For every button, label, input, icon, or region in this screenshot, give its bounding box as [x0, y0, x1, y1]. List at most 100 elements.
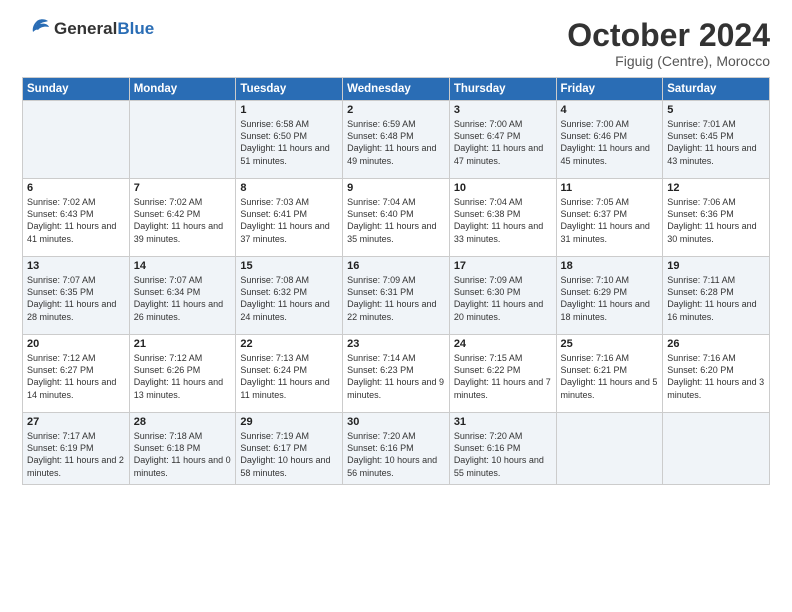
table-row: 15 Sunrise: 7:08 AMSunset: 6:32 PMDayligh…: [236, 257, 343, 335]
table-row: 25 Sunrise: 7:16 AMSunset: 6:21 PMDayligh…: [556, 335, 663, 413]
day-number: 15: [240, 260, 338, 272]
day-number: 2: [347, 104, 445, 116]
day-number: 10: [454, 182, 552, 194]
table-row: 14 Sunrise: 7:07 AMSunset: 6:34 PMDayligh…: [129, 257, 236, 335]
month-title: October 2024: [567, 18, 770, 53]
table-row: 16 Sunrise: 7:09 AMSunset: 6:31 PMDayligh…: [343, 257, 450, 335]
title-block: October 2024 Figuig (Centre), Morocco: [567, 18, 770, 69]
table-row: 3Sunrise: 7:00 AMSunset: 6:47 PMDaylight…: [449, 101, 556, 179]
calendar-week-row: 13 Sunrise: 7:07 AMSunset: 6:35 PMDayligh…: [23, 257, 770, 335]
table-row: 21 Sunrise: 7:12 AMSunset: 6:26 PMDayligh…: [129, 335, 236, 413]
day-number: 16: [347, 260, 445, 272]
col-friday: Friday: [556, 78, 663, 101]
day-number: 1: [240, 104, 338, 116]
cell-detail: Sunrise: 7:09 AMSunset: 6:30 PMDaylight:…: [454, 274, 552, 323]
cell-detail: Sunrise: 7:09 AMSunset: 6:31 PMDaylight:…: [347, 274, 445, 323]
day-number: 22: [240, 338, 338, 350]
table-row: 26 Sunrise: 7:16 AMSunset: 6:20 PMDayligh…: [663, 335, 770, 413]
cell-detail: Sunrise: 7:05 AMSunset: 6:37 PMDaylight:…: [561, 196, 659, 245]
day-number: 7: [134, 182, 232, 194]
table-row: 22 Sunrise: 7:13 AMSunset: 6:24 PMDayligh…: [236, 335, 343, 413]
cell-detail: Sunrise: 7:12 AMSunset: 6:26 PMDaylight:…: [134, 352, 232, 401]
table-row: 9 Sunrise: 7:04 AMSunset: 6:40 PMDaylight…: [343, 179, 450, 257]
day-number: 8: [240, 182, 338, 194]
calendar-week-row: 27Sunrise: 7:17 AMSunset: 6:19 PMDayligh…: [23, 413, 770, 485]
day-number: 30: [347, 416, 445, 428]
logo-text: GeneralBlue: [54, 19, 154, 39]
table-row: [129, 101, 236, 179]
logo-icon: [22, 18, 50, 40]
table-row: 11 Sunrise: 7:05 AMSunset: 6:37 PMDayligh…: [556, 179, 663, 257]
table-row: 31Sunrise: 7:20 AMSunset: 6:16 PMDayligh…: [449, 413, 556, 485]
table-row: 24 Sunrise: 7:15 AMSunset: 6:22 PMDayligh…: [449, 335, 556, 413]
cell-detail: Sunrise: 7:02 AMSunset: 6:42 PMDaylight:…: [134, 196, 232, 245]
cell-detail: Sunrise: 7:04 AMSunset: 6:40 PMDaylight:…: [347, 196, 445, 245]
day-number: 21: [134, 338, 232, 350]
col-thursday: Thursday: [449, 78, 556, 101]
cell-detail: Sunrise: 7:07 AMSunset: 6:35 PMDaylight:…: [27, 274, 125, 323]
table-row: 30 Sunrise: 7:20 AMSunset: 6:16 PMDayligh…: [343, 413, 450, 485]
location-subtitle: Figuig (Centre), Morocco: [567, 53, 770, 69]
cell-detail: Sunrise: 7:04 AMSunset: 6:38 PMDaylight:…: [454, 196, 552, 245]
table-row: 12 Sunrise: 7:06 AMSunset: 6:36 PMDayligh…: [663, 179, 770, 257]
cell-detail: Sunrise: 7:16 AMSunset: 6:21 PMDaylight:…: [561, 352, 659, 401]
table-row: 5Sunrise: 7:01 AMSunset: 6:45 PMDaylight…: [663, 101, 770, 179]
day-number: 18: [561, 260, 659, 272]
cell-detail: Sunrise: 7:02 AMSunset: 6:43 PMDaylight:…: [27, 196, 125, 245]
table-row: 18 Sunrise: 7:10 AMSunset: 6:29 PMDayligh…: [556, 257, 663, 335]
day-number: 25: [561, 338, 659, 350]
cell-detail: Sunrise: 7:10 AMSunset: 6:29 PMDaylight:…: [561, 274, 659, 323]
col-sunday: Sunday: [23, 78, 130, 101]
col-monday: Monday: [129, 78, 236, 101]
day-number: 12: [667, 182, 765, 194]
table-row: 20Sunrise: 7:12 AMSunset: 6:27 PMDayligh…: [23, 335, 130, 413]
table-row: 13 Sunrise: 7:07 AMSunset: 6:35 PMDayligh…: [23, 257, 130, 335]
col-saturday: Saturday: [663, 78, 770, 101]
day-number: 23: [347, 338, 445, 350]
cell-detail: Sunrise: 7:08 AMSunset: 6:32 PMDaylight:…: [240, 274, 338, 323]
cell-detail: Sunrise: 7:16 AMSunset: 6:20 PMDaylight:…: [667, 352, 765, 401]
day-number: 19: [667, 260, 765, 272]
day-number: 17: [454, 260, 552, 272]
day-number: 11: [561, 182, 659, 194]
day-number: 6: [27, 182, 125, 194]
cell-detail: Sunrise: 7:20 AMSunset: 6:16 PMDaylight:…: [347, 430, 445, 479]
cell-detail: Sunrise: 7:06 AMSunset: 6:36 PMDaylight:…: [667, 196, 765, 245]
table-row: 4Sunrise: 7:00 AMSunset: 6:46 PMDaylight…: [556, 101, 663, 179]
calendar-week-row: 1Sunrise: 6:58 AMSunset: 6:50 PMDaylight…: [23, 101, 770, 179]
calendar-table: Sunday Monday Tuesday Wednesday Thursday…: [22, 77, 770, 485]
cell-detail: Sunrise: 7:18 AMSunset: 6:18 PMDaylight:…: [134, 430, 232, 479]
col-wednesday: Wednesday: [343, 78, 450, 101]
day-number: 20: [27, 338, 125, 350]
cell-detail: Sunrise: 7:20 AMSunset: 6:16 PMDaylight:…: [454, 430, 552, 479]
day-number: 5: [667, 104, 765, 116]
table-row: 19Sunrise: 7:11 AMSunset: 6:28 PMDayligh…: [663, 257, 770, 335]
table-row: [23, 101, 130, 179]
cell-detail: Sunrise: 7:19 AMSunset: 6:17 PMDaylight:…: [240, 430, 338, 479]
cell-detail: Sunrise: 7:07 AMSunset: 6:34 PMDaylight:…: [134, 274, 232, 323]
day-number: 3: [454, 104, 552, 116]
table-row: [663, 413, 770, 485]
table-row: 8Sunrise: 7:03 AMSunset: 6:41 PMDaylight…: [236, 179, 343, 257]
day-number: 13: [27, 260, 125, 272]
col-tuesday: Tuesday: [236, 78, 343, 101]
calendar-header-row: Sunday Monday Tuesday Wednesday Thursday…: [23, 78, 770, 101]
day-number: 28: [134, 416, 232, 428]
header: GeneralBlue October 2024 Figuig (Centre)…: [22, 18, 770, 69]
table-row: 6 Sunrise: 7:02 AMSunset: 6:43 PMDaylight…: [23, 179, 130, 257]
cell-detail: Sunrise: 7:14 AMSunset: 6:23 PMDaylight:…: [347, 352, 445, 401]
table-row: 7 Sunrise: 7:02 AMSunset: 6:42 PMDaylight…: [129, 179, 236, 257]
day-number: 26: [667, 338, 765, 350]
calendar-week-row: 6 Sunrise: 7:02 AMSunset: 6:43 PMDaylight…: [23, 179, 770, 257]
logo: GeneralBlue: [22, 18, 154, 40]
day-number: 9: [347, 182, 445, 194]
table-row: 28 Sunrise: 7:18 AMSunset: 6:18 PMDayligh…: [129, 413, 236, 485]
table-row: 2Sunrise: 6:59 AMSunset: 6:48 PMDaylight…: [343, 101, 450, 179]
cell-detail: Sunrise: 7:15 AMSunset: 6:22 PMDaylight:…: [454, 352, 552, 401]
table-row: [556, 413, 663, 485]
day-number: 14: [134, 260, 232, 272]
cell-detail: Sunrise: 7:13 AMSunset: 6:24 PMDaylight:…: [240, 352, 338, 401]
table-row: 17 Sunrise: 7:09 AMSunset: 6:30 PMDayligh…: [449, 257, 556, 335]
day-number: 24: [454, 338, 552, 350]
table-row: 29Sunrise: 7:19 AMSunset: 6:17 PMDayligh…: [236, 413, 343, 485]
